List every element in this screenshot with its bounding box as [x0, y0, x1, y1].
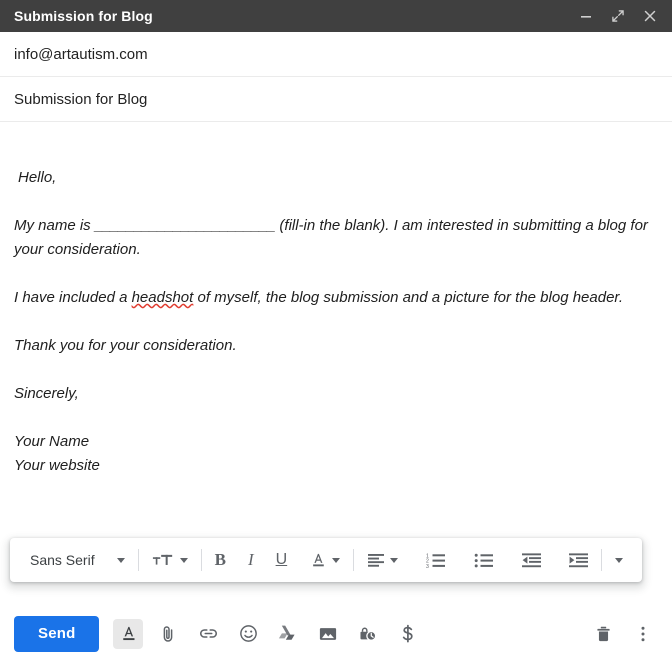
subject-input[interactable]: Submission for Blog	[14, 92, 147, 107]
indent-increase-icon	[569, 552, 589, 569]
recipient-field-row[interactable]: info@artautism.com	[0, 32, 672, 77]
insert-emoji-button[interactable]	[233, 619, 263, 649]
align-button[interactable]	[361, 545, 404, 575]
compose-window-title: Submission for Blog	[14, 8, 153, 24]
text-size-icon	[152, 551, 174, 569]
toolbar-divider	[353, 549, 355, 571]
svg-text:3: 3	[426, 563, 429, 568]
fullscreen-button[interactable]	[610, 8, 626, 24]
chevron-down-icon	[615, 557, 624, 563]
signature-website: Your website	[14, 457, 100, 474]
formatting-options-button[interactable]	[113, 618, 144, 649]
three-dots-vertical-icon	[640, 624, 646, 644]
signature-name: Your Name	[14, 433, 90, 450]
paragraph2-prefix: I have included a	[14, 289, 132, 306]
body-paragraph-2: I have included a headshot of myself, th…	[14, 286, 658, 310]
dollar-icon	[399, 624, 417, 644]
italic-button[interactable]: I	[242, 545, 260, 575]
insert-link-button[interactable]	[193, 619, 223, 649]
more-options-button[interactable]	[628, 619, 658, 649]
indent-decrease-icon	[522, 552, 542, 569]
compose-window-header: Submission for Blog	[0, 0, 672, 32]
spellcheck-word: headshot	[131, 289, 194, 306]
toolbar-divider	[200, 549, 202, 571]
confidential-mode-button[interactable]	[353, 619, 383, 649]
font-family-label: Sans Serif	[30, 552, 95, 568]
window-controls	[578, 8, 662, 24]
emoji-icon	[238, 623, 259, 644]
close-button[interactable]	[642, 8, 658, 24]
font-size-button[interactable]	[146, 545, 194, 575]
numbered-list-icon: 1 2 3	[426, 552, 446, 569]
bulleted-list-button[interactable]	[468, 545, 500, 575]
toolbar-divider	[137, 549, 139, 571]
text-color-icon	[309, 551, 327, 569]
discard-draft-button[interactable]	[588, 619, 618, 649]
google-drive-icon	[278, 624, 298, 643]
insert-drive-button[interactable]	[273, 619, 303, 649]
indent-more-button[interactable]	[563, 545, 594, 575]
compose-action-bar: Send	[0, 600, 672, 667]
more-format-options-button[interactable]	[609, 545, 629, 575]
body-closing: Sincerely,	[14, 385, 79, 402]
align-left-icon	[367, 552, 385, 568]
recipient-input[interactable]: info@artautism.com	[14, 47, 148, 62]
insert-money-button[interactable]	[393, 619, 423, 649]
message-body-editor[interactable]: Hello, My name is ______________________…	[0, 122, 672, 567]
chevron-down-icon	[332, 557, 341, 563]
link-icon	[198, 623, 219, 644]
underline-button[interactable]: U	[270, 545, 294, 575]
indent-less-button[interactable]	[516, 545, 547, 575]
body-paragraph-3: Thank you for your consideration.	[14, 337, 237, 354]
formatting-toolbar: Sans Serif B I U 1 2 3	[10, 538, 642, 582]
bulleted-list-icon	[474, 552, 494, 569]
text-format-icon	[119, 624, 138, 643]
body-paragraph-1: My name is _______________________ (fill…	[14, 214, 658, 262]
paragraph2-suffix: of myself, the blog submission and a pic…	[193, 289, 624, 306]
body-greeting: Hello,	[18, 169, 57, 186]
paperclip-icon	[158, 624, 178, 644]
bold-button[interactable]: B	[209, 545, 232, 575]
fill-in-blank: _______________________	[94, 217, 276, 234]
attach-files-button[interactable]	[153, 619, 183, 649]
subject-field-row[interactable]: Submission for Blog	[0, 77, 672, 122]
toolbar-divider	[601, 549, 603, 571]
chevron-down-icon	[116, 557, 125, 563]
trash-icon	[594, 624, 613, 644]
minimize-button[interactable]	[578, 8, 594, 24]
lock-clock-icon	[358, 624, 379, 644]
send-button[interactable]: Send	[14, 615, 100, 652]
insert-photo-button[interactable]	[313, 619, 343, 649]
paragraph1-prefix: My name is	[14, 217, 95, 234]
text-color-button[interactable]	[303, 545, 346, 575]
numbered-list-button[interactable]: 1 2 3	[420, 545, 452, 575]
chevron-down-icon	[179, 557, 188, 563]
chevron-down-icon	[390, 557, 399, 563]
font-family-dropdown[interactable]: Sans Serif	[16, 545, 131, 575]
image-icon	[318, 625, 338, 643]
